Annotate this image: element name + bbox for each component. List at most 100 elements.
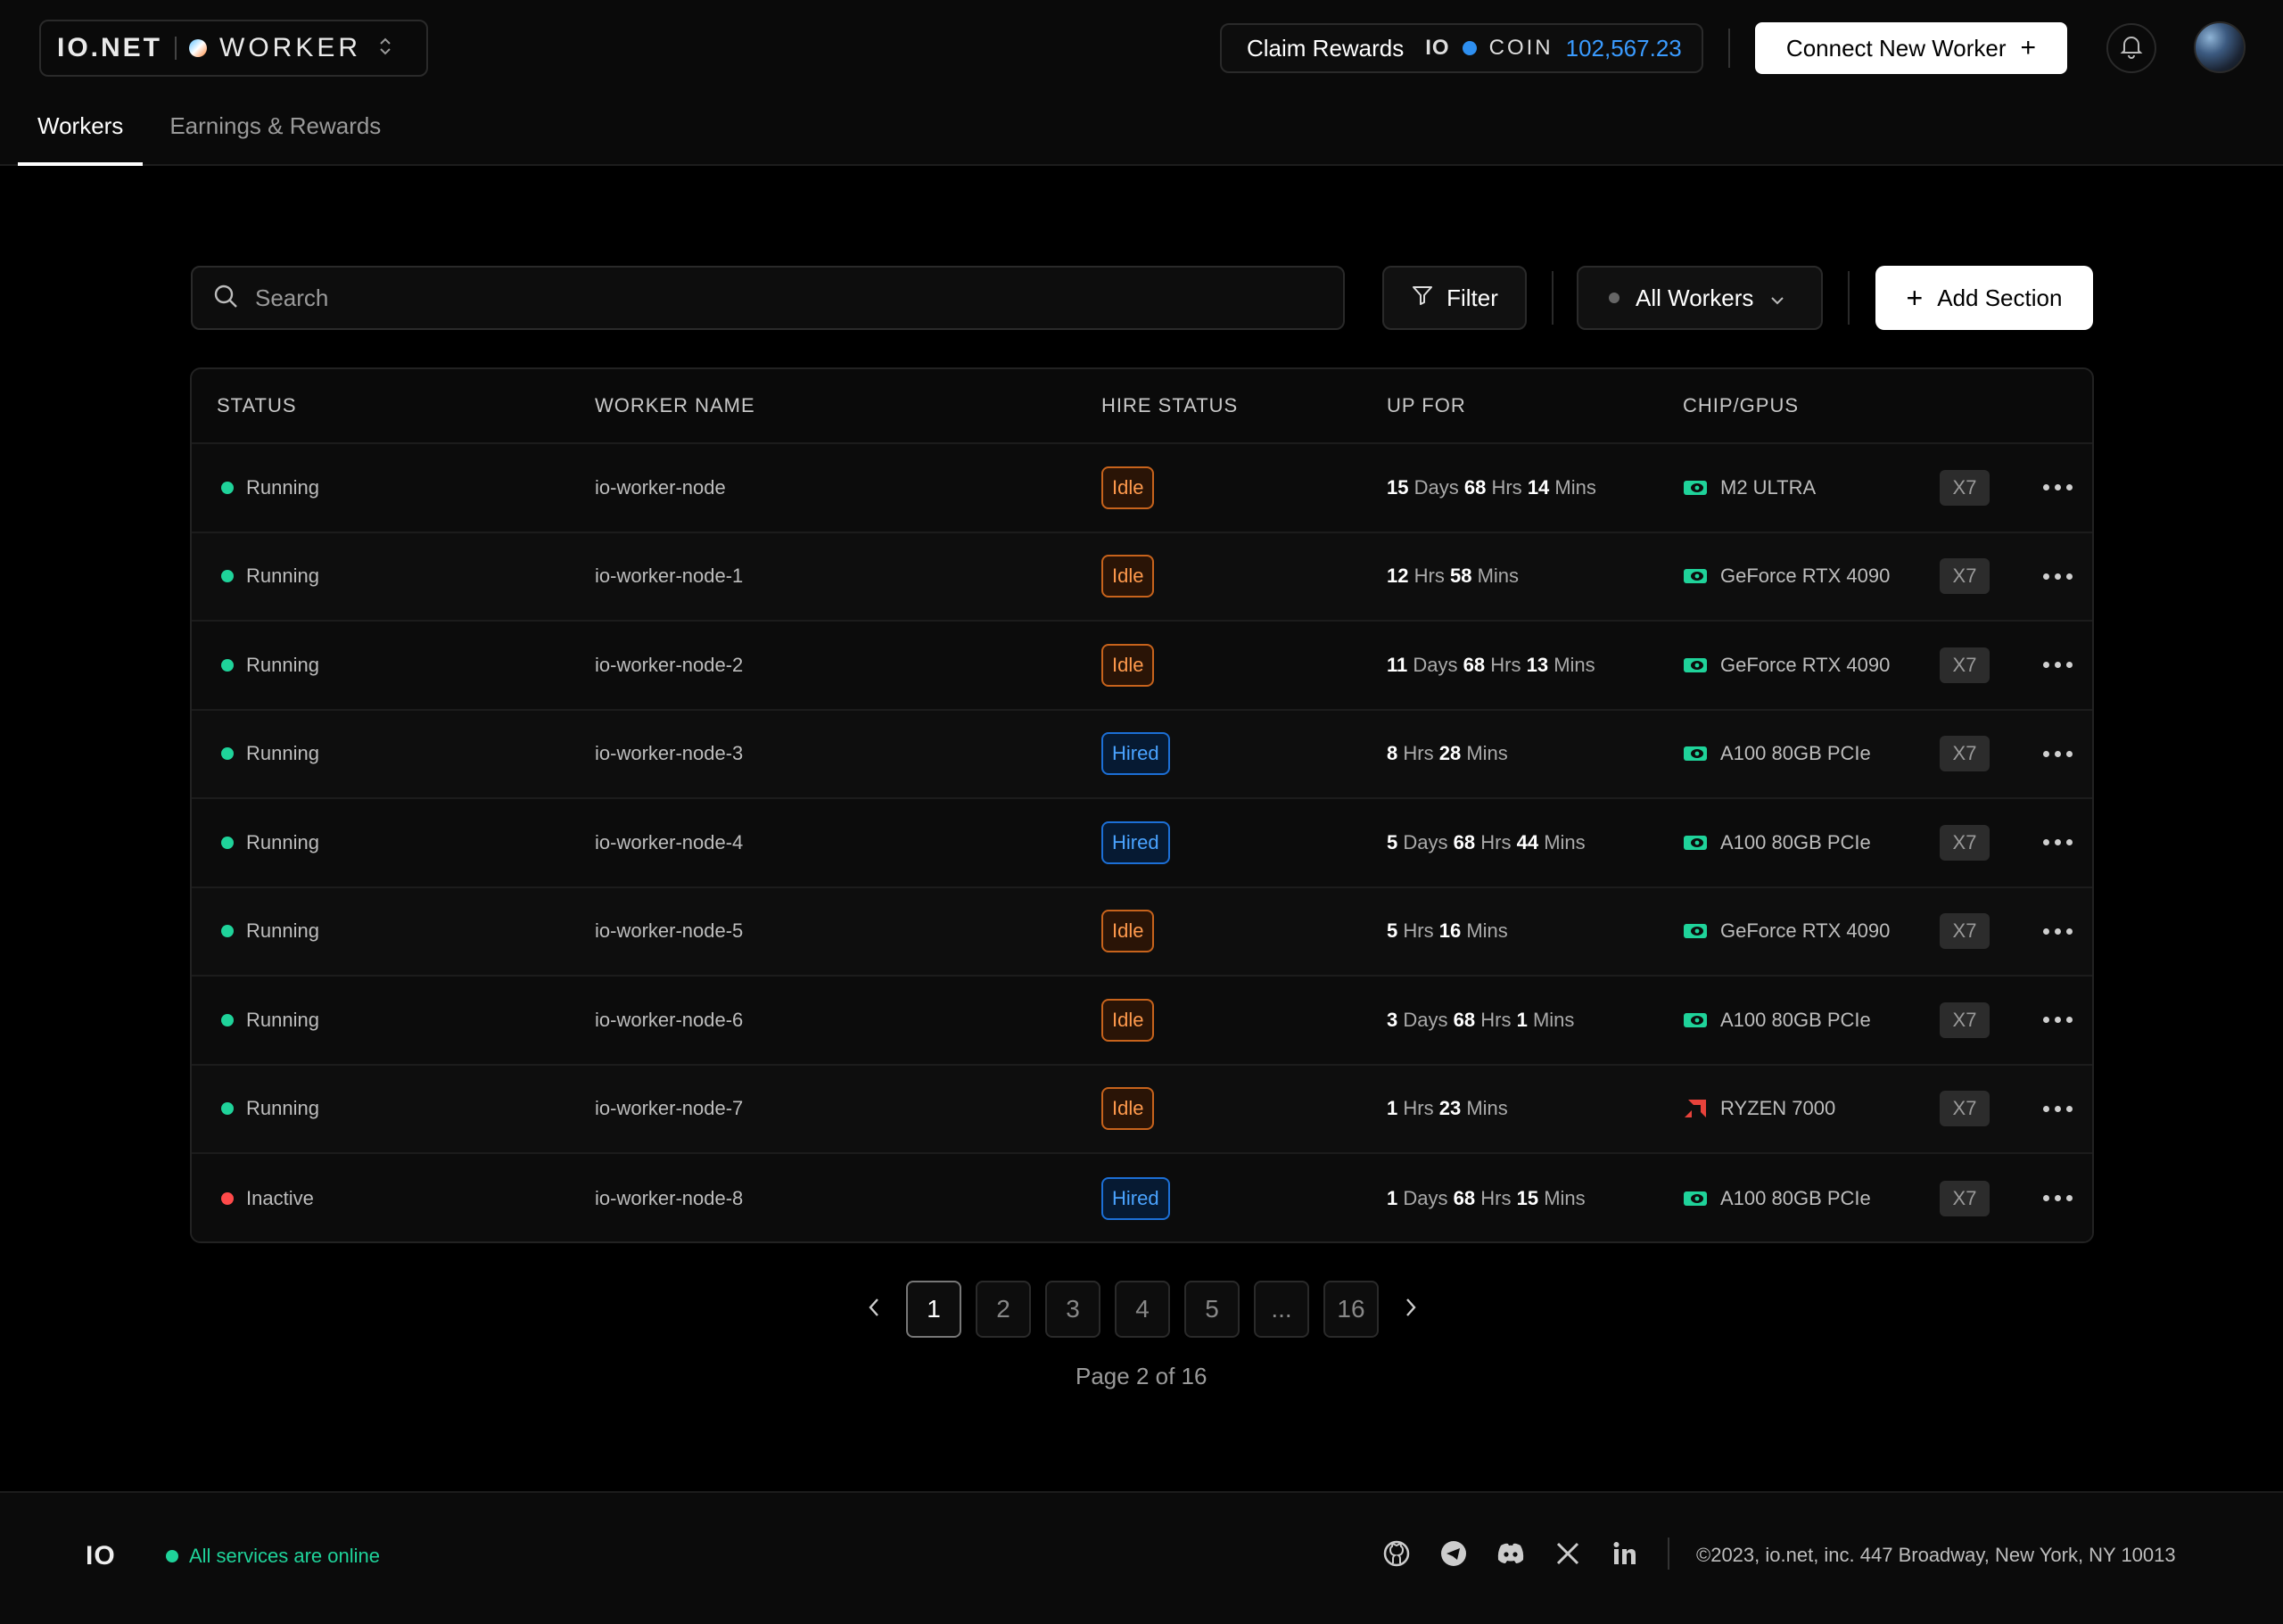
status-text: Running: [246, 742, 319, 765]
gpu-count-cell: X7: [1940, 1002, 1990, 1038]
up-value: 28: [1438, 742, 1462, 765]
toolbar-divider: [1552, 271, 1554, 325]
row-more-button[interactable]: [2040, 1008, 2076, 1032]
up-unit: Days: [1413, 475, 1459, 499]
up-value: 16: [1438, 919, 1462, 943]
table-row[interactable]: Running io-worker-node-1 Idle 12 Hrs 58 …: [192, 532, 2092, 622]
page-button[interactable]: 3: [1045, 1281, 1100, 1338]
up-unit: Mins: [1544, 1186, 1586, 1209]
worker-name[interactable]: io-worker-node-5: [595, 919, 743, 943]
table-row[interactable]: Inactive io-worker-node-8 Hired 1 Days 6…: [192, 1154, 2092, 1241]
nvidia-icon: [1684, 657, 1707, 672]
uptime: 8 Hrs 28 Mins: [1387, 742, 1508, 765]
page-button[interactable]: 1: [906, 1281, 961, 1338]
chip-name: GeForce RTX 4090: [1720, 653, 1891, 676]
next-page-button[interactable]: [1393, 1281, 1429, 1338]
github-icon[interactable]: [1381, 1537, 1413, 1570]
worker-name[interactable]: io-worker-node-2: [595, 654, 743, 677]
chip-name: GeForce RTX 4090: [1720, 919, 1891, 943]
row-more-button[interactable]: [2040, 830, 2076, 854]
chip-name: A100 80GB PCIe: [1720, 742, 1871, 765]
uptime: 12 Hrs 58 Mins: [1387, 565, 1519, 588]
table-row[interactable]: Running io-worker-node-4 Hired 5 Days 68…: [192, 799, 2092, 888]
tab-workers[interactable]: Workers: [18, 89, 144, 166]
chip-cell: A100 80GB PCIe: [1683, 1009, 1871, 1032]
plus-icon: +: [1906, 281, 1924, 314]
worker-name[interactable]: io-worker-node-3: [595, 742, 743, 765]
row-more-button[interactable]: [2040, 1097, 2076, 1121]
table-row[interactable]: Running io-worker-node-2 Idle 11 Days 68…: [192, 622, 2092, 711]
hire-status-cell: Idle: [1101, 555, 1155, 598]
status-text: Running: [246, 653, 319, 676]
nvidia-icon: [1684, 924, 1707, 939]
worker-name[interactable]: io-worker-node-1: [595, 565, 743, 588]
claim-rewards-button[interactable]: Claim Rewards IO COIN 102,567.23: [1220, 23, 1703, 73]
status-text: Running: [246, 919, 319, 943]
tab-earnings-rewards[interactable]: Earnings & Rewards: [150, 89, 400, 166]
discord-icon[interactable]: [1495, 1537, 1527, 1570]
table-row[interactable]: Running io-worker-node Idle 15 Days 68 H…: [192, 444, 2092, 533]
table-row[interactable]: Running io-worker-node-5 Idle 5 Hrs 16 M…: [192, 887, 2092, 977]
footer: IO All services are online ©2023, io.net…: [0, 1491, 2283, 1624]
search-input[interactable]: [255, 284, 1236, 312]
up-unit: Hrs: [1480, 1186, 1512, 1209]
worker-name[interactable]: io-worker-node-4: [595, 831, 743, 854]
up-unit: Mins: [1554, 475, 1596, 499]
table-header: STATUS WORKER NAME HIRE STATUS UP FOR CH…: [192, 369, 2092, 444]
workspace-switcher[interactable]: IO.NET WORKER: [39, 20, 428, 77]
worker-name[interactable]: io-worker-node-8: [595, 1187, 743, 1210]
notifications-button[interactable]: [2106, 23, 2156, 73]
status-cell: Inactive: [217, 1187, 314, 1210]
worker-name[interactable]: io-worker-node-6: [595, 1009, 743, 1032]
status-dot-icon: [221, 836, 234, 849]
up-unit: Days: [1413, 653, 1458, 676]
row-more-button[interactable]: [2040, 742, 2076, 766]
row-more-button[interactable]: [2040, 653, 2076, 677]
table-row[interactable]: Running io-worker-node-6 Idle 3 Days 68 …: [192, 977, 2092, 1066]
more-horizontal-icon: [2040, 653, 2076, 677]
more-horizontal-icon: [2040, 475, 2076, 499]
previous-page-button[interactable]: [856, 1281, 892, 1338]
filter-button[interactable]: Filter: [1382, 266, 1527, 330]
chip-cell: GeForce RTX 4090: [1683, 654, 1890, 677]
row-more-button[interactable]: [2040, 919, 2076, 944]
up-unit: Mins: [1466, 742, 1508, 765]
hire-status-badge: Hired: [1101, 732, 1170, 776]
uptime: 5 Days 68 Hrs 44 Mins: [1387, 831, 1586, 854]
more-horizontal-icon: [2040, 742, 2076, 766]
product-name: WORKER: [219, 33, 362, 62]
connect-new-worker-button[interactable]: Connect New Worker +: [1755, 22, 2067, 74]
table-row[interactable]: Running io-worker-node-7 Idle 1 Hrs 23 M…: [192, 1065, 2092, 1154]
coin-dot-icon: [1462, 41, 1477, 55]
linkedin-icon[interactable]: [1609, 1537, 1641, 1570]
row-more-button[interactable]: [2040, 475, 2076, 499]
status-cell: Running: [217, 654, 319, 677]
up-value: 11: [1387, 653, 1408, 676]
telegram-icon[interactable]: [1438, 1537, 1470, 1570]
gpu-count-badge: X7: [1940, 1002, 1990, 1038]
footer-divider: [1668, 1537, 1669, 1570]
chip-cell: M2 ULTRA: [1683, 476, 1816, 499]
page-button[interactable]: 4: [1115, 1281, 1170, 1338]
worker-name[interactable]: io-worker-node-7: [595, 1097, 743, 1120]
gpu-count-cell: X7: [1940, 647, 1990, 683]
row-more-button[interactable]: [2040, 565, 2076, 589]
page-button[interactable]: 16: [1323, 1281, 1379, 1338]
user-avatar[interactable]: [2194, 21, 2246, 73]
filter-icon: [1411, 284, 1434, 313]
status-text: Running: [246, 1008, 319, 1031]
workers-select[interactable]: All Workers: [1577, 266, 1823, 330]
table-row[interactable]: Running io-worker-node-3 Hired 8 Hrs 28 …: [192, 710, 2092, 799]
status-dot-icon: [221, 481, 234, 494]
amd-icon: [1685, 1100, 1706, 1118]
page-button[interactable]: 5: [1184, 1281, 1240, 1338]
row-more-button[interactable]: [2040, 1186, 2076, 1210]
x-icon[interactable]: [1552, 1537, 1584, 1570]
page-button[interactable]: 2: [976, 1281, 1031, 1338]
worker-name[interactable]: io-worker-node: [595, 476, 726, 499]
up-value: 3: [1387, 1008, 1398, 1031]
gpu-count-cell: X7: [1940, 1091, 1990, 1127]
up-unit: Mins: [1466, 919, 1508, 943]
status-dot-icon: [221, 1191, 234, 1205]
add-section-button[interactable]: + Add Section: [1875, 266, 2093, 330]
